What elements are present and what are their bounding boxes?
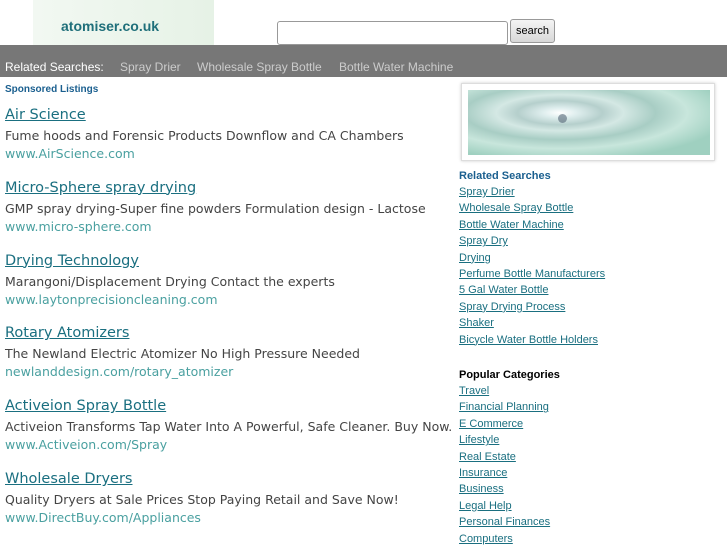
related-searches-heading: Related Searches bbox=[459, 170, 551, 182]
category-link[interactable]: Lifestyle bbox=[459, 434, 560, 450]
popular-categories-list: Popular Categories Travel Financial Plann… bbox=[459, 369, 560, 549]
ad-description: The Newland Electric Atomizer No High Pr… bbox=[5, 346, 360, 362]
ad-listing: Wholesale Dryers Quality Dryers at Sale P… bbox=[5, 471, 399, 525]
category-link[interactable]: Personal Finances bbox=[459, 516, 560, 532]
category-link[interactable]: Legal Help bbox=[459, 500, 560, 516]
ad-listing: Activeion Spray Bottle Activeion Transfor… bbox=[5, 398, 452, 452]
category-link[interactable]: E Commerce bbox=[459, 418, 560, 434]
related-search-link[interactable]: Wholesale Spray Bottle bbox=[459, 202, 605, 218]
ad-url-link[interactable]: www.DirectBuy.com/Appliances bbox=[5, 510, 399, 525]
related-search-link[interactable]: Spray Drying Process bbox=[459, 301, 605, 317]
category-link[interactable]: Business bbox=[459, 483, 560, 499]
ad-description: Fume hoods and Forensic Products Downflo… bbox=[5, 128, 404, 143]
related-searches-label: Related Searches: bbox=[5, 60, 104, 74]
category-link[interactable]: Financial Planning bbox=[459, 401, 560, 417]
related-link[interactable]: Spray Drier bbox=[120, 60, 181, 74]
ad-title-link[interactable]: Rotary Atomizers bbox=[5, 325, 360, 345]
ad-url-link[interactable]: www.AirScience.com bbox=[5, 146, 404, 161]
popular-categories-heading: Popular Categories bbox=[459, 369, 560, 381]
ad-title-link[interactable]: Air Science bbox=[5, 107, 404, 127]
related-link[interactable]: Wholesale Spray Bottle bbox=[197, 60, 322, 74]
site-name[interactable]: atomiser.co.uk bbox=[61, 18, 159, 34]
search-input[interactable] bbox=[277, 21, 508, 45]
ad-title-link[interactable]: Micro-Sphere spray drying bbox=[5, 180, 426, 200]
ad-url-link[interactable]: www.micro-sphere.com bbox=[5, 219, 426, 234]
category-link[interactable]: Real Estate bbox=[459, 451, 560, 467]
related-search-link[interactable]: Spray Drier bbox=[459, 186, 605, 202]
ad-title-link[interactable]: Activeion Spray Bottle bbox=[5, 398, 452, 418]
related-search-link[interactable]: Bottle Water Machine bbox=[459, 219, 605, 235]
ad-description: Marangoni/Displacement Drying Contact th… bbox=[5, 273, 335, 289]
related-link[interactable]: Bottle Water Machine bbox=[339, 60, 453, 74]
ad-url-link[interactable]: www.Activeion.com/Spray bbox=[5, 437, 452, 452]
sponsored-listings-heading: Sponsored Listings bbox=[5, 84, 99, 95]
ad-url-link[interactable]: newlanddesign.com/rotary_atomizer bbox=[5, 364, 360, 379]
related-searches-bar: Related Searches: Spray Drier Wholesale … bbox=[0, 45, 727, 77]
ad-description: Activeion Transforms Tap Water Into A Po… bbox=[5, 419, 453, 435]
ad-listing: Rotary Atomizers The Newland Electric Ato… bbox=[5, 325, 360, 379]
category-link[interactable]: Travel bbox=[459, 385, 560, 401]
category-link[interactable]: Computers bbox=[459, 533, 560, 549]
ad-listing: Air Science Fume hoods and Forensic Produ… bbox=[5, 107, 404, 161]
related-search-link[interactable]: Bicycle Water Bottle Holders bbox=[459, 334, 605, 350]
ad-description: GMP spray drying-Super fine powders Form… bbox=[5, 200, 426, 216]
water-ripple-image bbox=[461, 83, 715, 161]
search-button[interactable]: search bbox=[510, 19, 555, 43]
ad-listing: Micro-Sphere spray drying GMP spray dryin… bbox=[5, 180, 426, 234]
related-search-link[interactable]: Shaker bbox=[459, 317, 605, 333]
category-link[interactable]: Insurance bbox=[459, 467, 560, 483]
ad-title-link[interactable]: Drying Technology bbox=[5, 253, 335, 273]
related-search-link[interactable]: Perfume Bottle Manufacturers bbox=[459, 268, 605, 284]
ad-url-link[interactable]: www.laytonprecisioncleaning.com bbox=[5, 292, 335, 307]
related-search-link[interactable]: Spray Dry bbox=[459, 235, 605, 251]
ad-listing: Drying Technology Marangoni/Displacement … bbox=[5, 253, 335, 307]
site-logo[interactable]: atomiser.co.uk bbox=[33, 0, 214, 45]
ad-title-link[interactable]: Wholesale Dryers bbox=[5, 471, 399, 491]
ad-description: Quality Dryers at Sale Prices Stop Payin… bbox=[5, 492, 399, 507]
related-search-link[interactable]: Drying bbox=[459, 252, 605, 268]
related-searches-list: Related Searches Spray Drier Wholesale Sp… bbox=[459, 170, 605, 350]
related-search-link[interactable]: 5 Gal Water Bottle bbox=[459, 284, 605, 300]
